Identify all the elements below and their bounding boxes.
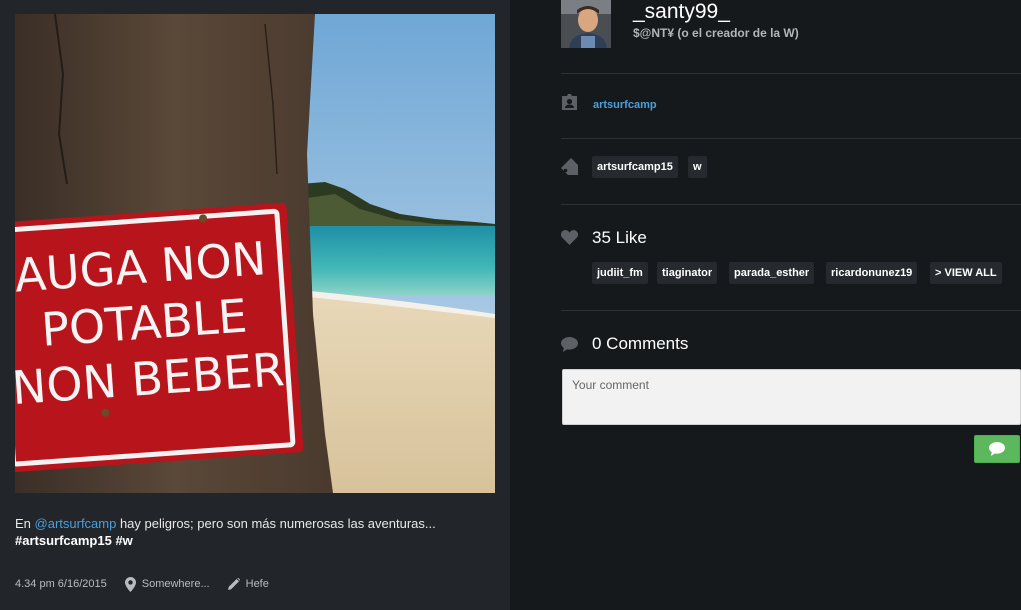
profile-bio: $@NT¥ (o el creador de la W) (633, 26, 799, 40)
caption-mention-link[interactable]: @artsurfcamp (35, 516, 117, 531)
caption-text: hay peligros; pero son más numerosas las… (116, 516, 436, 531)
liker-chip[interactable]: judiit_fm (592, 262, 648, 284)
tag-chip[interactable]: w (688, 156, 707, 178)
post-caption: En @artsurfcamp hay peligros; pero son m… (15, 515, 495, 549)
view-all-likes-button[interactable]: > VIEW ALL (930, 262, 1002, 284)
comment-input[interactable] (562, 369, 1021, 425)
divider (561, 73, 1021, 74)
post-media-panel: AUGA NON POTABLE NON BEBER En @artsurfca… (0, 0, 510, 610)
pencil-icon (227, 578, 240, 590)
user-tag-icon (561, 94, 578, 115)
post-filter: Hefe (227, 578, 269, 590)
post-photo[interactable]: AUGA NON POTABLE NON BEBER (15, 14, 495, 493)
divider (561, 204, 1021, 205)
tag-chip[interactable]: artsurfcamp15 (592, 156, 678, 178)
heart-icon[interactable] (560, 230, 579, 250)
send-comment-button[interactable] (974, 435, 1020, 463)
speech-bubble-icon (561, 337, 578, 357)
liker-chip[interactable]: parada_esther (729, 262, 815, 284)
avatar-image (561, 0, 611, 48)
chat-bubble-icon (989, 442, 1005, 456)
avatar[interactable] (561, 0, 611, 48)
likes-count: 35 Like (592, 228, 647, 247)
divider (561, 138, 1021, 139)
liker-chip[interactable]: tiaginator (657, 262, 718, 284)
divider (561, 310, 1021, 311)
post-timestamp: 4.34 pm 6/16/2015 (15, 578, 107, 590)
caption-hashtags[interactable]: #artsurfcamp15 #w (15, 533, 133, 548)
tag-icon (561, 158, 578, 180)
map-pin-icon (124, 576, 136, 592)
profile-username[interactable]: _santy99_ (633, 0, 730, 24)
location-label: Somewhere... (141, 578, 210, 590)
filter-label: Hefe (245, 578, 269, 590)
comments-count: 0 Comments (592, 334, 689, 353)
post-location[interactable]: Somewhere... (124, 576, 210, 592)
post-details-panel: _santy99_ $@NT¥ (o el creador de la W) a… (510, 0, 1021, 610)
liker-chip[interactable]: ricardonunez19 (826, 262, 918, 284)
post-meta: 4.34 pm 6/16/2015 Somewhere... Hefe (15, 576, 287, 592)
caption-prefix: En (15, 516, 35, 531)
tagged-user-link[interactable]: artsurfcamp (593, 99, 657, 111)
photo-illustration: AUGA NON POTABLE NON BEBER (15, 14, 495, 493)
